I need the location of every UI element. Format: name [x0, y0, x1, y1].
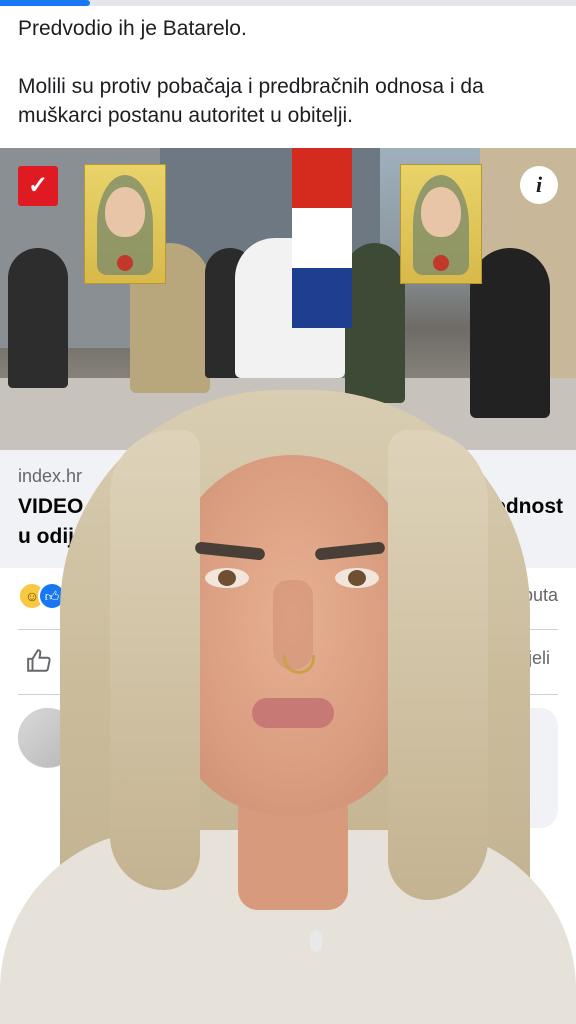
necklace [310, 930, 322, 952]
hair [110, 430, 200, 890]
person [8, 248, 68, 388]
post-text: Predvodio ih je Batarelo. Molili su prot… [18, 14, 558, 130]
eye [335, 568, 379, 588]
post-line-1: Predvodio ih je Batarelo. [18, 17, 247, 40]
chili-logo-icon: ✓ [18, 166, 58, 206]
post-line-2: Molili su protiv pobačaja i predbračnih … [18, 75, 484, 127]
lips [252, 698, 334, 728]
webcam-overlay [0, 370, 576, 1024]
eye [205, 568, 249, 588]
progress-segment [0, 0, 90, 6]
madonna-poster [84, 164, 166, 284]
hair [388, 430, 488, 900]
info-icon[interactable]: i [520, 166, 558, 204]
top-progress-bar [0, 0, 576, 6]
croatian-flag [292, 148, 352, 328]
madonna-poster [400, 164, 482, 284]
